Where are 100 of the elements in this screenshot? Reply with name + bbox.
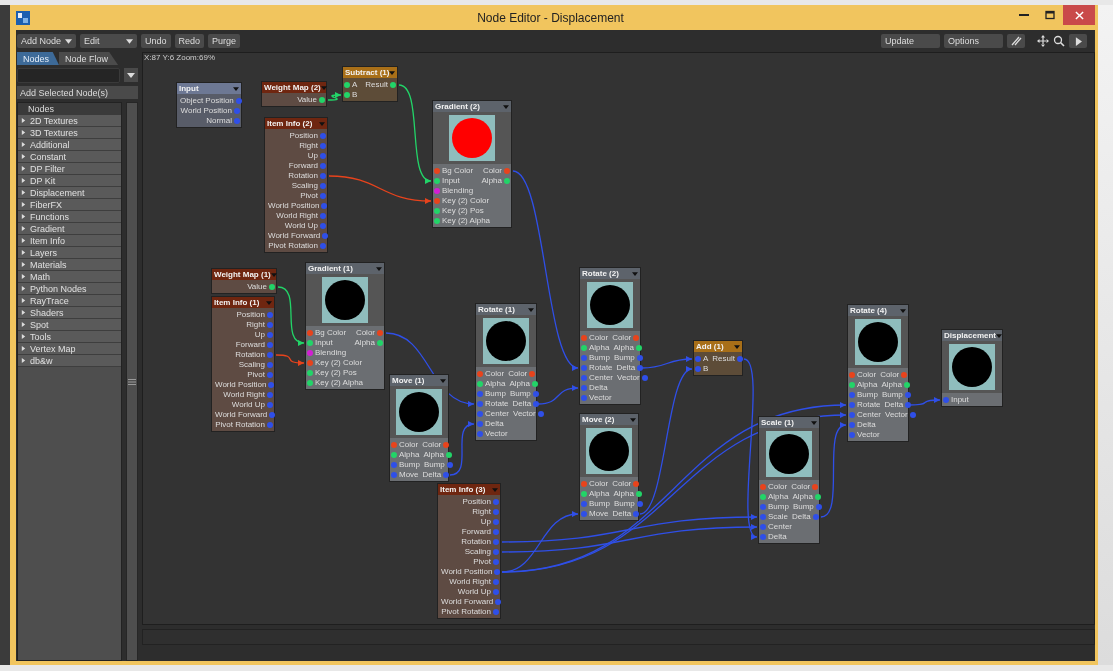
node-header[interactable]: Item Info (1) [212, 297, 274, 308]
expand-icon[interactable] [21, 250, 26, 255]
expand-icon[interactable] [21, 262, 26, 267]
category-item[interactable]: Item Info [18, 235, 121, 247]
caret-icon[interactable] [900, 308, 906, 313]
node-card[interactable]: Subtract (1) A Result B [342, 66, 398, 102]
expand-icon[interactable] [21, 118, 26, 123]
expand-icon[interactable] [21, 190, 26, 195]
input-port[interactable] [849, 402, 855, 408]
node-header[interactable]: Gradient (2) [433, 101, 511, 112]
input-port[interactable] [849, 412, 855, 418]
input-port[interactable] [344, 92, 350, 98]
input-port[interactable] [581, 345, 587, 351]
input-port[interactable] [581, 385, 587, 391]
input-port[interactable] [760, 534, 766, 540]
toolbar-button[interactable]: Options [944, 34, 1003, 48]
menu-dropdown[interactable]: Edit [80, 34, 137, 48]
node-card[interactable]: Item Info (3) Position Right Up Forward Rotation Scaling Pivot World Position World Right World Up World Forward Pivot Rotation [437, 483, 501, 619]
toolbar-button[interactable]: Update [881, 34, 940, 48]
close-button[interactable] [1063, 5, 1095, 25]
input-port[interactable] [581, 501, 587, 507]
caret-icon[interactable] [503, 104, 509, 109]
category-item[interactable]: Functions [18, 211, 121, 223]
input-port[interactable] [307, 350, 313, 356]
input-port[interactable] [477, 381, 483, 387]
expand-icon[interactable] [21, 334, 26, 339]
input-port[interactable] [307, 330, 313, 336]
node-header[interactable]: Scale (1) [759, 417, 819, 428]
output-port[interactable] [390, 82, 396, 88]
category-item[interactable]: Shaders [18, 307, 121, 319]
node-header[interactable]: Rotate (4) [848, 305, 908, 316]
node-card[interactable]: Scale (1) Color Color Alpha Alpha Bump Bump Scale Delta Center Delta [758, 416, 820, 544]
input-port[interactable] [477, 431, 483, 437]
node-card[interactable]: Add (1) A Result B [693, 340, 743, 376]
input-port[interactable] [581, 491, 587, 497]
toolbar-button[interactable]: Redo [174, 34, 205, 48]
input-port[interactable] [581, 481, 587, 487]
input-port[interactable] [307, 380, 313, 386]
input-port[interactable] [434, 168, 440, 174]
input-port[interactable] [849, 432, 855, 438]
node-header[interactable]: Displacement [942, 330, 1002, 341]
category-item[interactable]: Vertex Map [18, 343, 121, 355]
output-port[interactable] [321, 203, 328, 209]
node-header[interactable]: Input [177, 83, 241, 94]
node-header[interactable]: Weight Map (1) [212, 269, 276, 280]
node-card[interactable]: Input Object Position World Position Normal [176, 82, 242, 128]
node-header[interactable]: Move (2) [580, 414, 638, 425]
node-header[interactable]: Item Info (3) [438, 484, 500, 495]
expand-icon[interactable] [21, 142, 26, 147]
category-item[interactable]: Spot [18, 319, 121, 331]
search-field[interactable] [17, 68, 120, 83]
move-icon[interactable] [1037, 35, 1049, 47]
input-port[interactable] [849, 422, 855, 428]
category-item[interactable]: Gradient [18, 223, 121, 235]
expand-icon[interactable] [21, 274, 26, 279]
category-item[interactable]: Materials [18, 259, 121, 271]
input-port[interactable] [581, 375, 587, 381]
category-item[interactable]: Math [18, 271, 121, 283]
input-port[interactable] [477, 401, 483, 407]
caret-icon[interactable] [376, 266, 382, 271]
input-port[interactable] [434, 198, 440, 204]
output-port[interactable] [269, 284, 275, 290]
expand-icon[interactable] [21, 322, 26, 327]
input-port[interactable] [760, 494, 766, 500]
category-item[interactable]: Tools [18, 331, 121, 343]
input-port[interactable] [760, 514, 766, 520]
input-port[interactable] [477, 391, 483, 397]
input-port[interactable] [477, 421, 483, 427]
category-item[interactable]: DP Kit [18, 175, 121, 187]
toolbar-button[interactable]: Purge [208, 34, 241, 48]
input-port[interactable] [760, 524, 766, 530]
input-port[interactable] [695, 356, 701, 362]
connection-wire[interactable] [398, 84, 432, 182]
expand-icon[interactable] [21, 226, 26, 231]
category-item[interactable]: Python Nodes [18, 283, 121, 295]
category-item[interactable]: RayTrace [18, 295, 121, 307]
input-port[interactable] [307, 370, 313, 376]
node-card[interactable]: Weight Map (1) Value [211, 268, 277, 294]
input-port[interactable] [581, 335, 587, 341]
caret-icon[interactable] [811, 420, 817, 425]
input-port[interactable] [391, 452, 397, 458]
input-port[interactable] [477, 371, 483, 377]
category-item[interactable]: FiberFX [18, 199, 121, 211]
node-header[interactable]: Gradient (1) [306, 263, 384, 274]
pen-tool-button[interactable] [1007, 34, 1025, 48]
output-port[interactable] [494, 569, 501, 575]
input-port[interactable] [760, 484, 766, 490]
tab[interactable]: Node Flow [59, 52, 119, 65]
category-item[interactable]: Displacement [18, 187, 121, 199]
add-selected-button[interactable]: Add Selected Node(s) [17, 86, 138, 99]
node-header[interactable]: Rotate (1) [476, 304, 536, 315]
output-port[interactable] [322, 233, 329, 239]
caret-icon[interactable] [233, 86, 239, 91]
category-item[interactable]: 3D Textures [18, 127, 121, 139]
input-port[interactable] [434, 188, 440, 194]
node-card[interactable]: Displacement Input [941, 329, 1003, 407]
node-card[interactable]: Item Info (1) Position Right Up Forward Rotation Scaling Pivot World Position World Right World Up World Forward Pivot Rotation [211, 296, 275, 432]
node-header[interactable]: Weight Map (2) [262, 82, 326, 93]
play-button[interactable] [1069, 34, 1087, 48]
input-port[interactable] [434, 218, 440, 224]
